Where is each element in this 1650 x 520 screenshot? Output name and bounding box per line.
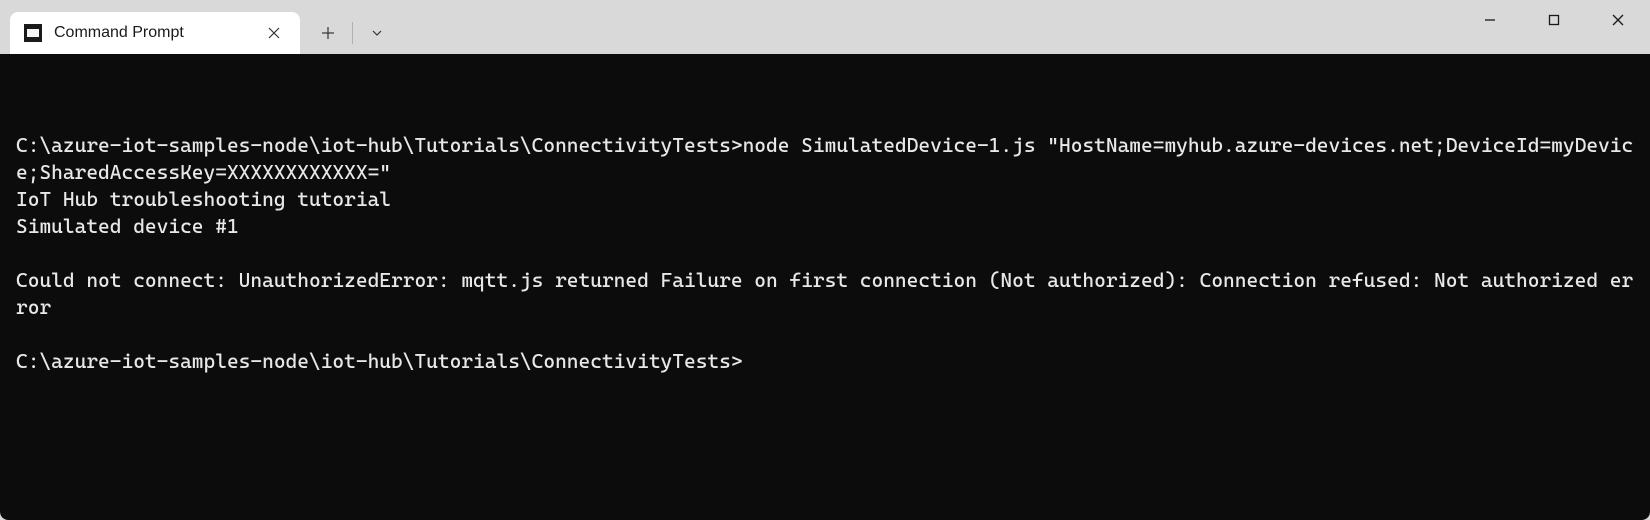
tab-dropdown-button[interactable]	[355, 14, 399, 52]
window-close-button[interactable]	[1586, 0, 1650, 40]
terminal-blank-line	[16, 240, 1634, 267]
window-controls	[1458, 0, 1650, 40]
maximize-button[interactable]	[1522, 0, 1586, 40]
plus-icon	[321, 26, 335, 40]
tab-close-button[interactable]	[260, 19, 288, 47]
minimize-icon	[1483, 13, 1497, 27]
close-icon	[268, 27, 280, 39]
tab-actions	[306, 12, 399, 54]
tab-command-prompt[interactable]: Command Prompt	[10, 12, 300, 54]
title-bar: Command Prompt	[0, 0, 1650, 54]
maximize-icon	[1547, 13, 1561, 27]
new-tab-button[interactable]	[306, 14, 350, 52]
command-prompt-icon	[24, 24, 42, 42]
tab-title: Command Prompt	[54, 24, 248, 42]
close-icon	[1611, 13, 1625, 27]
terminal-window: Command Prompt	[0, 0, 1650, 520]
terminal-line: IoT Hub troubleshooting tutorial	[16, 186, 1634, 213]
terminal-line: C:\azure-iot-samples-node\iot-hub\Tutori…	[16, 132, 1634, 186]
terminal-line: C:\azure-iot-samples-node\iot-hub\Tutori…	[16, 348, 1634, 375]
terminal-blank-line	[16, 321, 1634, 348]
terminal-line: Simulated device #1	[16, 213, 1634, 240]
chevron-down-icon	[370, 26, 384, 40]
terminal-output[interactable]: C:\azure-iot-samples-node\iot-hub\Tutori…	[0, 54, 1650, 520]
minimize-button[interactable]	[1458, 0, 1522, 40]
terminal-line: Could not connect: UnauthorizedError: mq…	[16, 267, 1634, 321]
divider	[352, 22, 353, 44]
